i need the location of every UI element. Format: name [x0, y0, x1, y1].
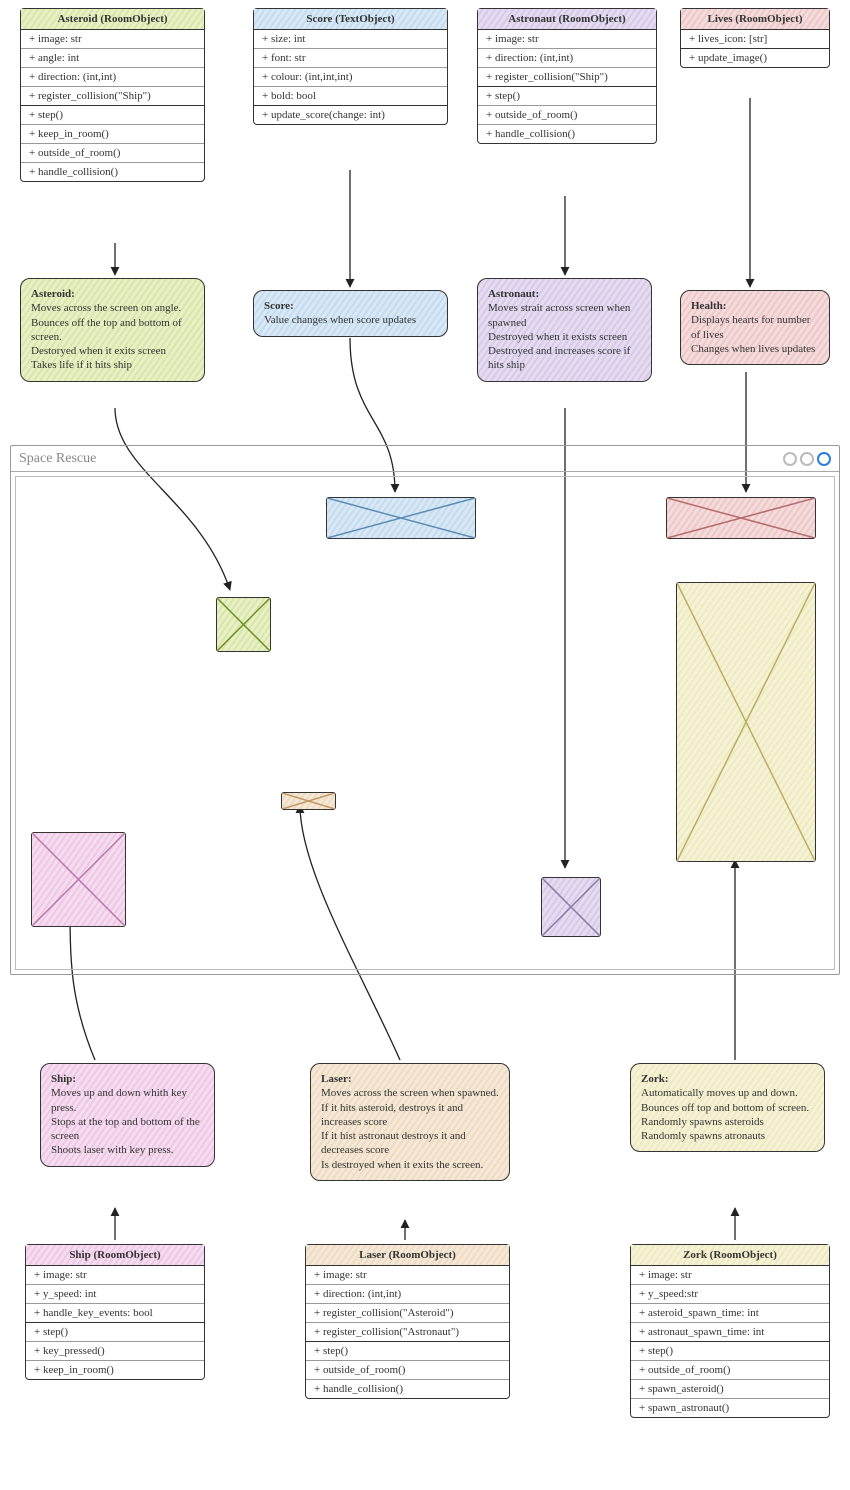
class-zork: Zork (RoomObject) + image: str + y_speed… — [630, 1244, 830, 1418]
class-astronaut: Astronaut (RoomObject) + image: str + di… — [477, 8, 657, 144]
note-health: Health: Displays hearts for number of li… — [680, 290, 830, 365]
diagram-canvas: Asteroid (RoomObject) + image: str + ang… — [0, 0, 850, 1490]
class-lives: Lives (RoomObject) + lives_icon: [str] +… — [680, 8, 830, 68]
note-astronaut: Astronaut: Moves strait across screen wh… — [477, 278, 652, 382]
window-dot-icon — [783, 452, 797, 466]
class-title: Lives (RoomObject) — [681, 9, 829, 30]
note-zork: Zork: Automatically moves up and down. B… — [630, 1063, 825, 1152]
window-dot-icon — [817, 452, 831, 466]
note-laser: Laser: Moves across the screen when spaw… — [310, 1063, 510, 1181]
class-title: Astronaut (RoomObject) — [478, 9, 656, 30]
window-titlebar: Space Rescue — [11, 446, 839, 472]
note-ship: Ship: Moves up and down whith key press.… — [40, 1063, 215, 1167]
ph-score — [326, 497, 476, 539]
class-score: Score (TextObject) + size: int + font: s… — [253, 8, 448, 125]
window-dot-icon — [800, 452, 814, 466]
window-body — [15, 476, 835, 970]
window-controls — [783, 452, 831, 466]
ph-ship — [31, 832, 126, 927]
ph-laser — [281, 792, 336, 810]
class-title: Score (TextObject) — [254, 9, 447, 30]
ph-health — [666, 497, 816, 539]
class-laser: Laser (RoomObject) + image: str + direct… — [305, 1244, 510, 1399]
note-asteroid: Asteroid: Moves across the screen on ang… — [20, 278, 205, 382]
class-title: Ship (RoomObject) — [26, 1245, 204, 1266]
class-title: Zork (RoomObject) — [631, 1245, 829, 1266]
ph-zork — [676, 582, 816, 862]
ph-astronaut — [541, 877, 601, 937]
class-ship: Ship (RoomObject) + image: str + y_speed… — [25, 1244, 205, 1380]
ph-asteroid — [216, 597, 271, 652]
class-title: Asteroid (RoomObject) — [21, 9, 204, 30]
class-title: Laser (RoomObject) — [306, 1245, 509, 1266]
window-space-rescue: Space Rescue — [10, 445, 840, 975]
class-asteroid: Asteroid (RoomObject) + image: str + ang… — [20, 8, 205, 182]
note-score: Score: Value changes when score updates — [253, 290, 448, 337]
window-title: Space Rescue — [19, 451, 96, 467]
